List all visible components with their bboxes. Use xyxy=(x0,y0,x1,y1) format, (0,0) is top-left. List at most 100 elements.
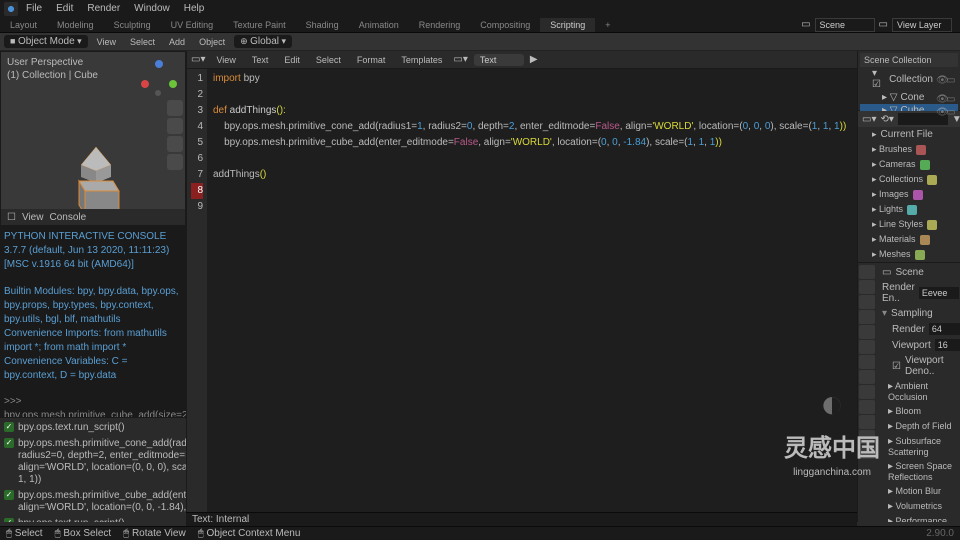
tab-layout[interactable]: Layout xyxy=(0,18,47,32)
fb-current-file[interactable]: ▸ Current File xyxy=(858,127,960,142)
fb-item[interactable]: ▸ Lights xyxy=(858,202,960,217)
zoom-icon[interactable] xyxy=(167,100,183,116)
scene-name-input[interactable] xyxy=(815,18,875,32)
fb-item[interactable]: ▸ Collections xyxy=(858,172,960,187)
axis-z-icon[interactable] xyxy=(155,60,163,68)
axis-y-icon[interactable] xyxy=(169,80,177,88)
modifier-tab-icon[interactable] xyxy=(859,355,875,369)
code-content[interactable]: import bpy def addThings(): bpy.ops.mesh… xyxy=(207,69,857,522)
material-tab-icon[interactable] xyxy=(859,430,875,444)
editor-text[interactable]: Text xyxy=(247,54,274,66)
display-mode-icon[interactable]: ⟲▾ xyxy=(880,114,893,125)
ortho-icon[interactable] xyxy=(167,154,183,170)
viewlayer-tab-icon[interactable] xyxy=(859,295,875,309)
header-view[interactable]: View xyxy=(92,36,121,48)
mode-dropdown[interactable]: ■ Object Mode ▾ xyxy=(4,35,88,48)
props-section[interactable]: ▸ Motion Blur xyxy=(878,484,958,499)
menu-help[interactable]: Help xyxy=(178,1,211,16)
text-name-input[interactable] xyxy=(474,54,524,66)
tab-shading[interactable]: Shading xyxy=(296,18,349,32)
viewlayer-input[interactable] xyxy=(892,18,952,32)
camera-icon[interactable] xyxy=(167,136,183,152)
header-object[interactable]: Object xyxy=(194,36,230,48)
tab-uv[interactable]: UV Editing xyxy=(161,18,224,32)
fb-item[interactable]: ▸ Materials xyxy=(858,232,960,247)
tab-animation[interactable]: Animation xyxy=(349,18,409,32)
world-tab-icon[interactable] xyxy=(859,325,875,339)
render-tab-icon[interactable] xyxy=(859,265,875,279)
props-section[interactable]: ▸ Ambient Occlusion xyxy=(878,379,958,404)
console-toggle-icon[interactable]: ☐ xyxy=(7,212,16,223)
tab-modeling[interactable]: Modeling xyxy=(47,18,104,32)
props-section[interactable]: ▸ Depth of Field xyxy=(878,419,958,434)
props-tabs xyxy=(858,263,876,522)
fb-item[interactable]: ▸ Line Styles xyxy=(858,217,960,232)
object-tab-icon[interactable] xyxy=(859,340,875,354)
editor-view[interactable]: View xyxy=(211,54,240,66)
constraint-tab-icon[interactable] xyxy=(859,400,875,414)
fb-item[interactable]: ▸ Cameras xyxy=(858,157,960,172)
props-section[interactable]: ▸ Subsurface Scattering xyxy=(878,434,958,459)
output-tab-icon[interactable] xyxy=(859,280,875,294)
sampling-section[interactable]: ▾ Sampling xyxy=(878,306,958,321)
editor-templates[interactable]: Templates xyxy=(396,54,447,66)
props-section[interactable]: ▸ Bloom xyxy=(878,404,958,419)
code-editor[interactable]: 123456789 import bpy def addThings(): bp… xyxy=(187,69,857,522)
axis-x-icon[interactable] xyxy=(141,80,149,88)
texture-tab-icon[interactable] xyxy=(859,445,875,459)
tab-scripting[interactable]: Scripting xyxy=(540,18,595,32)
tab-rendering[interactable]: Rendering xyxy=(409,18,471,32)
editor-format[interactable]: Format xyxy=(352,54,391,66)
fb-type-icon[interactable]: ▭▾ xyxy=(862,114,876,125)
orientation-dropdown[interactable]: ⊕ Global ▾ xyxy=(234,35,292,48)
console-menu[interactable]: Console xyxy=(49,212,86,223)
text-datablock-icon[interactable]: ▭▾ xyxy=(453,54,467,65)
tab-sculpting[interactable]: Sculpting xyxy=(104,18,161,32)
render-samples[interactable]: Render xyxy=(878,321,958,337)
tab-compositing[interactable]: Compositing xyxy=(470,18,540,32)
right-column: Scene Collection ▾ ☑ Collection👁▭ ▸ ▽ Co… xyxy=(857,51,960,522)
fb-item[interactable]: ▸ Meshes xyxy=(858,247,960,262)
viewport-samples[interactable]: Viewport xyxy=(878,337,958,353)
fb-item[interactable]: ▸ Brushes xyxy=(858,142,960,157)
python-console[interactable]: PYTHON INTERACTIVE CONSOLE 3.7.7 (defaul… xyxy=(0,226,186,417)
editor-type-icon[interactable]: ▭▾ xyxy=(191,54,205,65)
3d-viewport[interactable]: User Perspective (1) Collection | Cube xyxy=(0,51,186,226)
menu-edit[interactable]: Edit xyxy=(50,1,79,16)
run-script-icon[interactable]: ▶ xyxy=(530,54,538,65)
menu-window[interactable]: Window xyxy=(128,1,176,16)
physics-tab-icon[interactable] xyxy=(859,385,875,399)
menu-render[interactable]: Render xyxy=(81,1,126,16)
outliner-collection[interactable]: ▾ ☑ Collection👁▭ xyxy=(860,67,958,91)
tab-texture[interactable]: Texture Paint xyxy=(223,18,296,32)
check-icon: ✓ xyxy=(4,518,14,522)
scene-tab-icon[interactable] xyxy=(859,310,875,324)
outliner[interactable]: Scene Collection ▾ ☑ Collection👁▭ ▸ ▽ Co… xyxy=(858,51,960,111)
datablock-icon xyxy=(920,160,930,170)
fb-item[interactable]: ▸ Images xyxy=(858,187,960,202)
props-section[interactable]: ▸ Screen Space Reflections xyxy=(878,459,958,484)
status-bar: 🖱 Select 🖱 Box Select 🖱 Rotate View 🖱 Ob… xyxy=(0,526,960,540)
denoise-check[interactable]: ☑ Viewport Deno.. xyxy=(878,353,958,379)
render-engine-row[interactable]: Render En.. xyxy=(878,280,958,306)
props-section[interactable]: ▸ Volumetrics xyxy=(878,499,958,514)
editor-edit[interactable]: Edit xyxy=(279,54,305,66)
menu-file[interactable]: File xyxy=(20,1,48,16)
info-line: ✓bpy.ops.mesh.primitive_cube_add(enter_e… xyxy=(2,488,184,516)
nav-gizmo[interactable] xyxy=(139,58,179,98)
header-select[interactable]: Select xyxy=(125,36,160,48)
viewport-geometry[interactable] xyxy=(71,147,121,217)
props-section[interactable]: ▸ Performance xyxy=(878,514,958,522)
header-add[interactable]: Add xyxy=(164,36,190,48)
particle-tab-icon[interactable] xyxy=(859,370,875,384)
tab-add[interactable]: + xyxy=(595,18,620,32)
data-tab-icon[interactable] xyxy=(859,415,875,429)
editor-statusbar: Text: Internal xyxy=(186,512,857,526)
view-menu[interactable]: View xyxy=(22,212,44,223)
pan-icon[interactable] xyxy=(167,118,183,134)
viewport-overlay-text: User Perspective (1) Collection | Cube xyxy=(7,56,98,82)
info-panel: ✓bpy.ops.text.run_script() ✓bpy.ops.mesh… xyxy=(0,417,186,522)
outliner-cone[interactable]: ▸ ▽ Cone👁▭ xyxy=(860,91,958,104)
editor-select[interactable]: Select xyxy=(311,54,346,66)
axis-neg-icon[interactable] xyxy=(155,90,161,96)
